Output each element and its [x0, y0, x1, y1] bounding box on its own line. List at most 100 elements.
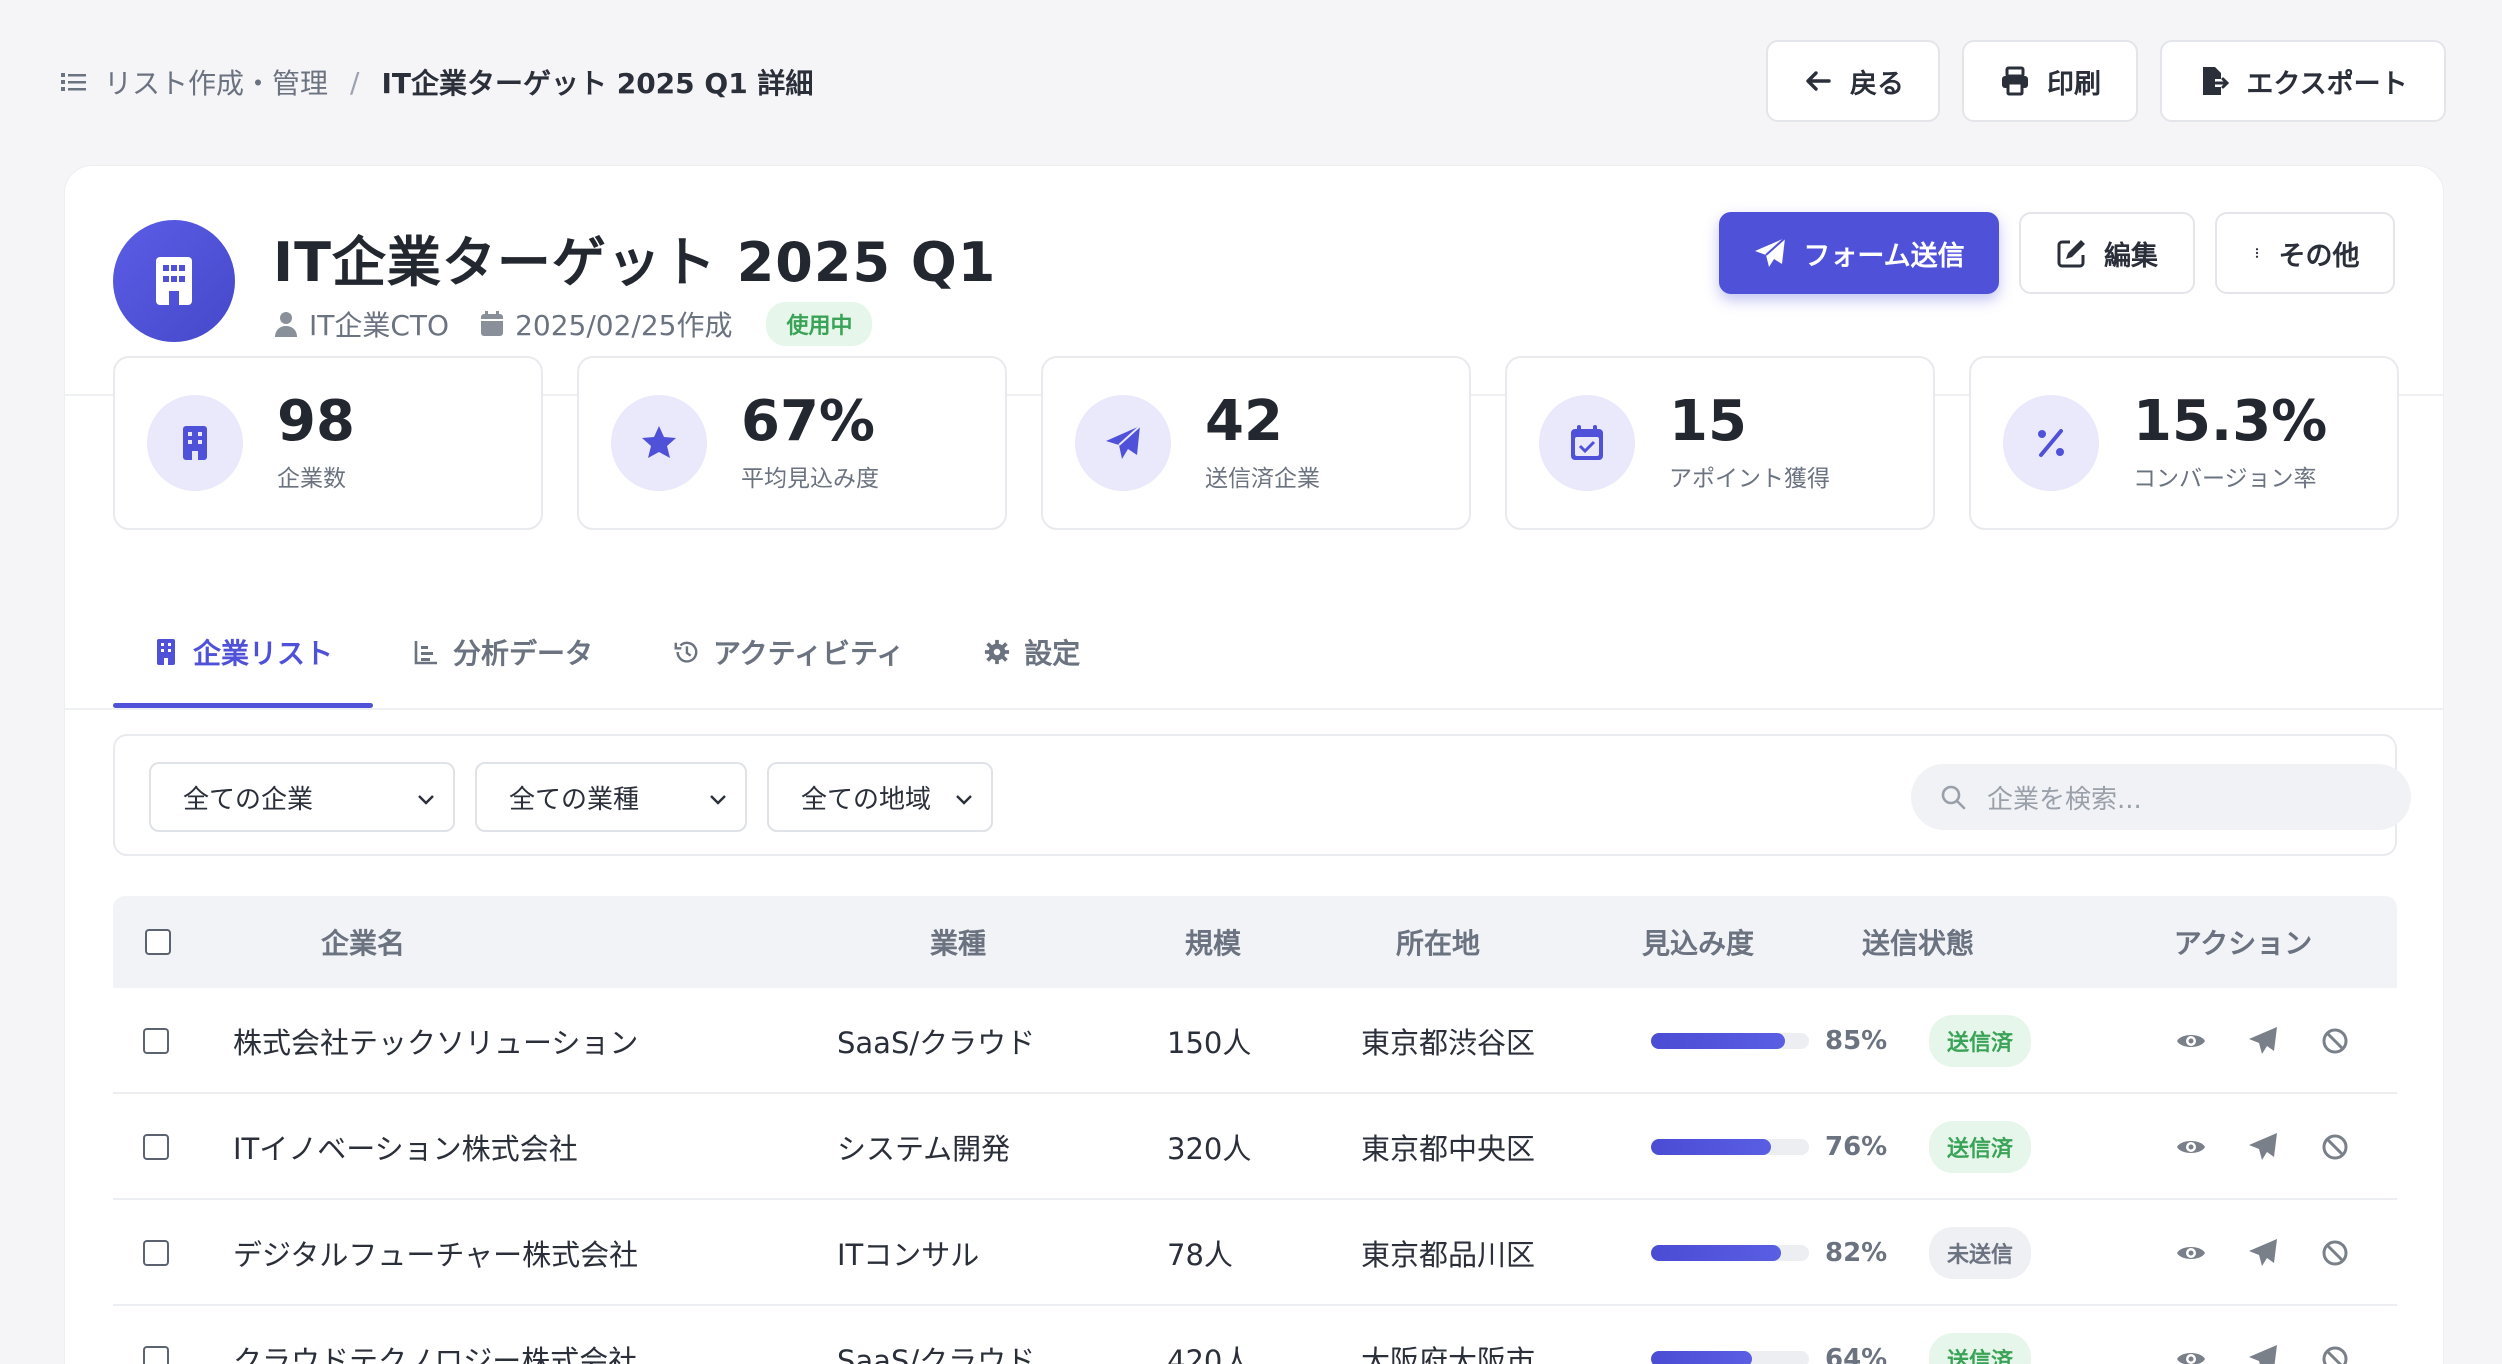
- paper-plane-icon: [2249, 1345, 2277, 1364]
- eye-icon: [2177, 1353, 2205, 1364]
- prospect-percent: 64%: [1825, 1344, 1888, 1364]
- back-button-label: 戻る: [1850, 68, 1904, 100]
- search-placeholder: 企業を検索...: [1987, 784, 2142, 815]
- list-created-date: 2025/02/25作成: [515, 309, 733, 342]
- chevron-down-icon: [956, 795, 972, 805]
- prospect-bar-fill: [1651, 1139, 1772, 1155]
- prospect-bar: [1651, 1139, 1809, 1155]
- tab-settings[interactable]: 設定: [944, 596, 1120, 708]
- col-header-actions: アクション: [2173, 927, 2313, 960]
- status-cell: 送信済: [1929, 1306, 2032, 1364]
- send-button[interactable]: [2245, 1023, 2281, 1059]
- select-all-cell: [143, 896, 173, 988]
- col-header-industry[interactable]: 業種: [883, 896, 1033, 988]
- tab-activity[interactable]: アクティビティ: [633, 596, 944, 708]
- exclude-button[interactable]: [2317, 1023, 2353, 1059]
- stat-card-avg-prospect: 67% 平均見込み度: [577, 356, 1007, 530]
- more-button[interactable]: その他: [2215, 212, 2395, 294]
- stat-card-companies: 98 企業数: [113, 356, 543, 530]
- row-checkbox[interactable]: [143, 1134, 169, 1160]
- industry-filter-value: 全ての業種: [509, 784, 640, 815]
- stat-icon-wrap: [2003, 395, 2099, 491]
- breadcrumb-parent-link[interactable]: リスト作成・管理: [104, 62, 328, 102]
- select-all-checkbox[interactable]: [145, 929, 171, 955]
- export-button[interactable]: エクスポート: [2160, 40, 2446, 122]
- paper-plane-icon: [1106, 425, 1141, 459]
- view-button[interactable]: [2173, 1235, 2209, 1271]
- row-checkbox[interactable]: [143, 1240, 169, 1266]
- row-checkbox-cell: [143, 1306, 169, 1364]
- calendar-check-icon: [1571, 425, 1603, 460]
- company-filter-select[interactable]: 全ての企業: [149, 762, 455, 832]
- send-button[interactable]: [2245, 1235, 2281, 1271]
- tab-company-list[interactable]: 企業リスト: [113, 596, 374, 708]
- industry-cell: システム開発: [837, 1132, 1011, 1166]
- ban-icon: [2322, 1134, 2348, 1160]
- table-row: 株式会社テックソリューション SaaS/クラウド 150人 東京都渋谷区 85%…: [113, 988, 2397, 1094]
- send-button[interactable]: [2245, 1341, 2281, 1364]
- industry-filter-select[interactable]: 全ての業種: [475, 762, 747, 832]
- send-button[interactable]: [2245, 1129, 2281, 1165]
- status-cell: 未送信: [1929, 1200, 2032, 1306]
- table-header: 企業名 業種 規模 所在地 見込み度 送信状態 アクション: [113, 896, 2397, 988]
- ban-icon: [2322, 1240, 2348, 1266]
- company-filter-value: 全ての企業: [183, 784, 314, 815]
- company-name-cell[interactable]: 株式会社テックソリューション: [233, 988, 638, 1094]
- table-row: ITイノベーション株式会社 システム開発 320人 東京都中央区 76% 送信済: [113, 1094, 2397, 1200]
- exclude-button[interactable]: [2317, 1129, 2353, 1165]
- stat-value: 67%: [741, 388, 876, 454]
- more-button-label: その他: [2278, 240, 2360, 272]
- stat-card-sent: 42 送信済企業: [1041, 356, 1471, 530]
- print-button[interactable]: 印刷: [1962, 40, 2138, 122]
- chevron-down-icon: [418, 795, 434, 805]
- location-cell: 大阪府大阪市: [1361, 1344, 1536, 1364]
- col-header-prospect[interactable]: 見込み度: [1613, 896, 1783, 988]
- row-actions: [2173, 1094, 2353, 1200]
- back-button[interactable]: 戻る: [1766, 40, 1940, 122]
- stat-value: 15: [1669, 388, 1747, 454]
- table-row: クラウドテクノロジー株式会社 SaaS/クラウド 420人 大阪府大阪市 64%…: [113, 1306, 2397, 1364]
- stat-value: 42: [1205, 388, 1283, 454]
- row-checkbox[interactable]: [143, 1028, 169, 1054]
- breadcrumb-current: IT企業ターゲット 2025 Q1 詳細: [381, 67, 814, 100]
- chevron-down-icon: [710, 795, 726, 805]
- col-header-send-status[interactable]: 送信状態: [1833, 896, 2003, 988]
- region-filter-select[interactable]: 全ての地域: [767, 762, 993, 832]
- view-button[interactable]: [2173, 1023, 2209, 1059]
- row-checkbox-cell: [143, 988, 169, 1094]
- status-badge: 使用中: [766, 302, 873, 346]
- company-name-cell[interactable]: クラウドテクノロジー株式会社: [233, 1306, 637, 1364]
- prospect-bar: [1651, 1033, 1809, 1049]
- col-header-location[interactable]: 所在地: [1363, 896, 1513, 988]
- exclude-button[interactable]: [2317, 1235, 2353, 1271]
- stat-label: アポイント獲得: [1669, 466, 1830, 493]
- send-form-button-label: フォーム送信: [1803, 240, 1965, 272]
- col-header-name[interactable]: 企業名: [253, 896, 473, 988]
- view-button[interactable]: [2173, 1129, 2209, 1165]
- prospect-bar: [1651, 1245, 1809, 1261]
- vertical-dots-icon: [2255, 248, 2258, 258]
- send-status-badge: 送信済: [1929, 1121, 2032, 1173]
- row-actions: [2173, 1306, 2353, 1364]
- col-header-size[interactable]: 規模: [1153, 896, 1273, 988]
- exclude-button[interactable]: [2317, 1341, 2353, 1364]
- company-search-input[interactable]: 企業を検索...: [1911, 764, 2411, 830]
- stat-icon-wrap: [1539, 395, 1635, 491]
- location-cell: 東京都中央区: [1361, 1132, 1536, 1166]
- ban-icon: [2322, 1346, 2348, 1364]
- building-icon: [157, 639, 175, 665]
- tab-analytics[interactable]: 分析データ: [373, 596, 633, 708]
- stat-icon-wrap: [1075, 395, 1171, 491]
- breadcrumb: リスト作成・管理 / IT企業ターゲット 2025 Q1 詳細: [60, 62, 813, 102]
- stat-label: 平均見込み度: [741, 466, 879, 493]
- view-button[interactable]: [2173, 1341, 2209, 1364]
- company-name-cell[interactable]: ITイノベーション株式会社: [233, 1094, 578, 1200]
- send-form-button[interactable]: フォーム送信: [1719, 212, 1999, 294]
- row-checkbox[interactable]: [143, 1346, 169, 1364]
- list-meta: IT企業CTO 2025/02/25作成 使用中: [273, 302, 873, 346]
- list-icon: [61, 73, 86, 91]
- industry-cell: SaaS/クラウド: [837, 1344, 1036, 1364]
- edit-button[interactable]: 編集: [2019, 212, 2195, 294]
- company-name-cell[interactable]: デジタルフューチャー株式会社: [233, 1200, 638, 1306]
- chart-bar-icon: [414, 641, 438, 665]
